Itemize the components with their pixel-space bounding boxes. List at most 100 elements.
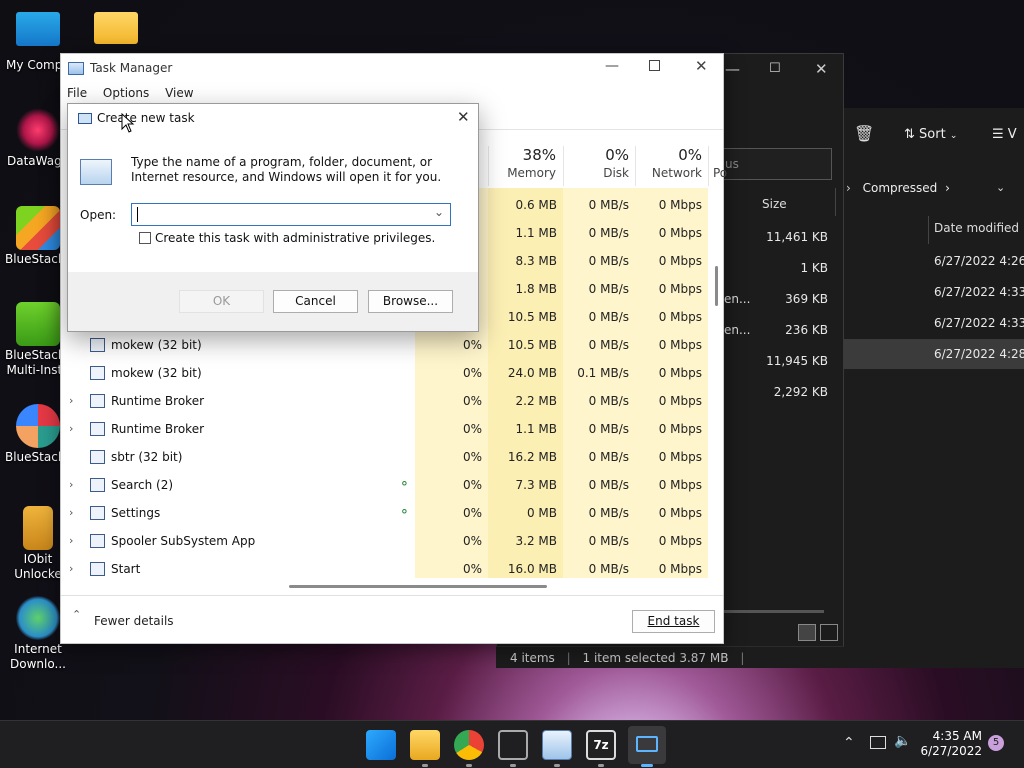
table-row[interactable]: › Settings ⚬ 0% 0 MB 0 MB/s 0 Mbps: [61, 499, 723, 527]
disk-cell: 0.1 MB/s: [577, 366, 629, 380]
chevron-down-icon[interactable]: ⌄: [996, 181, 1005, 195]
open-input[interactable]: ⌄: [131, 203, 451, 226]
run-dialog-taskbar-button[interactable]: [628, 726, 666, 764]
menu-item-options[interactable]: Options: [103, 86, 149, 100]
column-header-disk[interactable]: 0% Disk: [563, 146, 635, 186]
horizontal-scrollbar[interactable]: [289, 585, 547, 588]
running-indicator: [422, 764, 428, 767]
disk-cell: 0 MB/s: [588, 562, 629, 576]
menu-item-view[interactable]: View: [165, 86, 193, 100]
desktop-folder-icon[interactable]: [78, 12, 154, 46]
folder-icon: [94, 12, 138, 44]
start-button-windows-icon[interactable]: [366, 730, 396, 760]
menu-item-file[interactable]: File: [67, 86, 87, 100]
running-indicator: [554, 764, 560, 767]
dialog-title: Create new task: [97, 111, 195, 125]
menu-bar: File Options View: [67, 86, 194, 100]
expand-chevron-icon[interactable]: ›: [69, 555, 73, 583]
breadcrumb-item[interactable]: Compressed: [863, 181, 938, 195]
details-view-icon[interactable]: [798, 624, 816, 641]
network-cell: 0 Mbps: [658, 478, 702, 492]
explorer-close-icon[interactable]: ✕: [815, 60, 828, 78]
fewer-details-link[interactable]: Fewer details: [94, 614, 174, 628]
cpu-cell: 0%: [462, 534, 482, 548]
column-header-memory[interactable]: 38% Memory: [488, 146, 563, 186]
chevron-right-icon: ›: [945, 181, 950, 195]
open-label: Open:: [80, 208, 117, 222]
explorer-minimize-icon[interactable]: —: [725, 60, 740, 78]
expand-chevron-icon[interactable]: ›: [69, 471, 73, 499]
running-indicator: [466, 764, 472, 767]
chevron-up-icon[interactable]: ⌃: [843, 735, 855, 751]
table-row[interactable]: sbtr (32 bit) 0% 16.2 MB 0 MB/s 0 Mbps: [61, 443, 723, 471]
size-column-header[interactable]: Size: [762, 197, 787, 211]
file-date: 6/27/2022 4:28 AM: [934, 347, 1024, 361]
explorer-scrollbar[interactable]: [724, 610, 824, 613]
column-header-power[interactable]: Po: [708, 146, 727, 186]
chrome-icon[interactable]: [454, 730, 484, 760]
column-header-network[interactable]: 0% Network: [635, 146, 708, 186]
tiles-view-icon[interactable]: [820, 624, 838, 641]
ok-button[interactable]: OK: [179, 290, 264, 313]
notification-badge[interactable]: 5: [988, 735, 1004, 751]
cpu-cell: 0%: [462, 422, 482, 436]
table-row[interactable]: › Search (2) ⚬ 0% 7.3 MB 0 MB/s 0 Mbps: [61, 471, 723, 499]
table-row[interactable]: › Start 0% 16.0 MB 0 MB/s 0 Mbps: [61, 555, 723, 583]
expand-chevron-icon[interactable]: ›: [69, 387, 73, 415]
network-icon[interactable]: [870, 736, 886, 749]
expand-chevron-icon[interactable]: ›: [69, 415, 73, 443]
process-icon: [90, 366, 105, 380]
expand-chevron-icon[interactable]: ›: [69, 499, 73, 527]
process-icon: [90, 338, 105, 352]
task-manager-footer: ⌃ Fewer details End task: [61, 595, 723, 643]
table-row[interactable]: mokew (32 bit) 0% 24.0 MB 0.1 MB/s 0 Mbps: [61, 359, 723, 387]
explorer-maximize-icon[interactable]: ☐: [769, 61, 781, 76]
disk-cell: 0 MB/s: [588, 534, 629, 548]
table-row[interactable]: › Spooler SubSystem App 0% 3.2 MB 0 MB/s 0 Mb…: [61, 527, 723, 555]
cpu-cell: 0%: [462, 506, 482, 520]
task-manager-titlebar[interactable]: Task Manager — ✕: [61, 54, 723, 84]
clock[interactable]: 4:35 AM 6/27/2022: [914, 729, 982, 759]
browse-button[interactable]: Browse...: [368, 290, 453, 313]
network-cell: 0 Mbps: [658, 450, 702, 464]
chevron-down-icon[interactable]: ⌄: [434, 205, 444, 219]
file-explorer-taskbar-icon[interactable]: [410, 730, 440, 760]
minimize-icon[interactable]: —: [605, 58, 619, 74]
table-scrollbar[interactable]: [715, 266, 718, 306]
taskbar: 7z ⌃ 🔈 4:35 AM 6/27/2022 5: [0, 720, 1024, 768]
explorer-search-input[interactable]: us: [720, 148, 832, 180]
admin-checkbox-label: Create this task with administrative pri…: [155, 231, 436, 245]
close-icon[interactable]: ✕: [695, 57, 708, 75]
admin-checkbox[interactable]: [139, 232, 151, 244]
table-row[interactable]: › Runtime Broker 0% 1.1 MB 0 MB/s 0 Mbps: [61, 415, 723, 443]
sort-button[interactable]: ⇅ Sort ⌄: [904, 127, 957, 142]
maximize-icon[interactable]: [649, 60, 660, 71]
process-icon: [90, 534, 105, 548]
cancel-button[interactable]: Cancel: [273, 290, 358, 313]
task-manager-taskbar-icon[interactable]: [542, 730, 572, 760]
table-row[interactable]: › Runtime Broker 0% 2.2 MB 0 MB/s 0 Mbps: [61, 387, 723, 415]
table-row[interactable]: mokew (32 bit) 0% 10.5 MB 0 MB/s 0 Mbps: [61, 331, 723, 359]
network-cell: 0 Mbps: [658, 366, 702, 380]
date-column-header[interactable]: Date modified: [934, 221, 1019, 235]
process-name: Spooler SubSystem App: [111, 534, 256, 548]
process-icon: [90, 422, 105, 436]
trash-icon[interactable]: 🗑: [854, 124, 874, 143]
volume-icon[interactable]: 🔈: [894, 733, 911, 749]
view-button[interactable]: ☰ V: [992, 127, 1017, 142]
process-icon: [90, 478, 105, 492]
virtual-desktop-icon[interactable]: [498, 730, 528, 760]
end-task-button[interactable]: End task: [632, 610, 715, 633]
expand-chevron-icon[interactable]: ›: [69, 527, 73, 555]
chevron-right-icon: ›: [846, 181, 851, 195]
run-large-icon: [80, 159, 112, 185]
process-icon: [90, 506, 105, 520]
7zip-icon[interactable]: 7z: [586, 730, 616, 760]
memory-cell: 16.0 MB: [507, 562, 557, 576]
memory-cell: 1.1 MB: [515, 422, 557, 436]
cpu-cell: 0%: [462, 338, 482, 352]
sort-icon: ⇅: [904, 127, 915, 142]
process-icon: [90, 394, 105, 408]
dialog-close-icon[interactable]: ✕: [457, 108, 470, 126]
process-name: mokew (32 bit): [111, 366, 202, 380]
